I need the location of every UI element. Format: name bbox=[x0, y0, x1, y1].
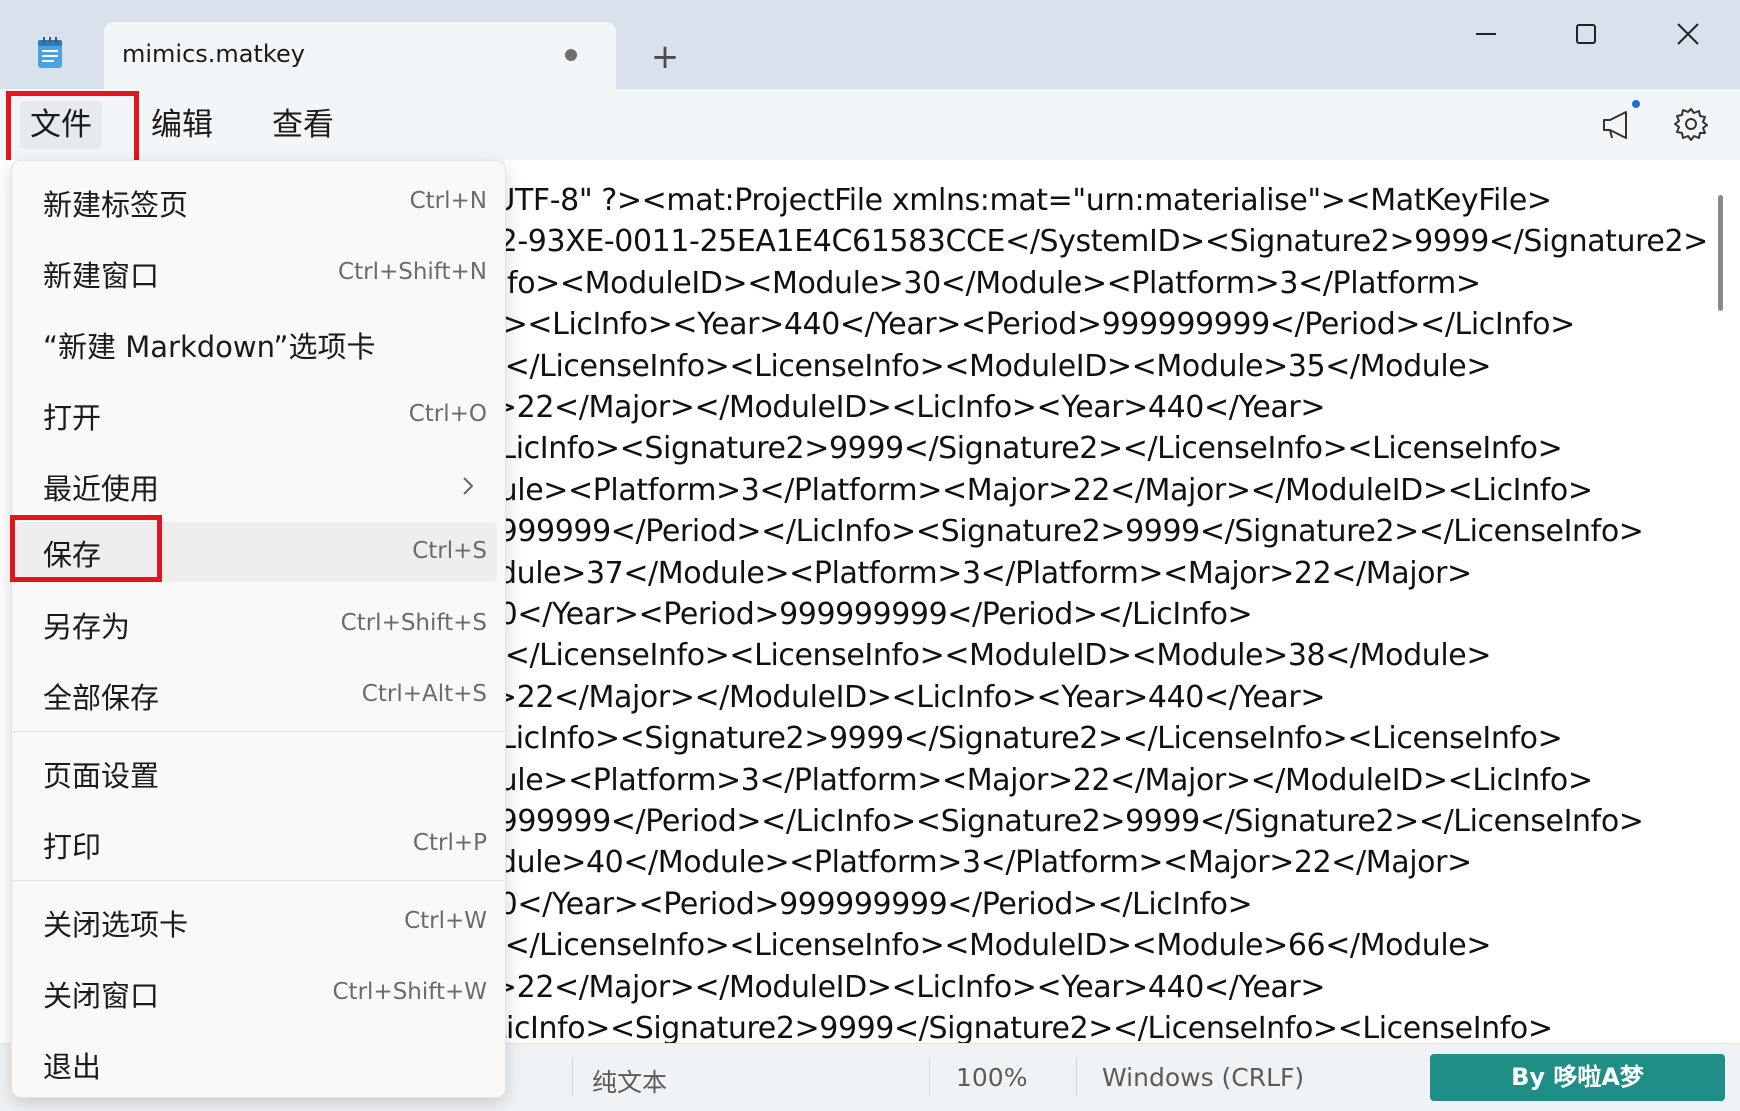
menu-item-print[interactable]: 打印 Ctrl+P bbox=[12, 814, 497, 874]
menu-item-new-markdown-tab[interactable]: “新建 Markdown”选项卡 bbox=[12, 314, 497, 374]
editor-text-line: 40</Year><Period>999999999</Period></Lic… bbox=[480, 886, 1253, 922]
menu-item-new-window[interactable]: 新建窗口 Ctrl+Shift+N bbox=[12, 243, 497, 303]
file-dropdown-menu: 新建标签页 Ctrl+N 新建窗口 Ctrl+Shift+N “新建 Markd… bbox=[11, 160, 506, 1098]
status-separator bbox=[572, 1058, 573, 1096]
chevron-right-icon bbox=[463, 477, 474, 495]
editor-text-line: odule>40</Module><Platform>3</Platform><… bbox=[480, 845, 1472, 881]
menu-item-exit[interactable]: 退出 bbox=[12, 1034, 497, 1094]
editor-text-line: ></LicenseInfo><LicenseInfo><ModuleID><M… bbox=[480, 638, 1492, 674]
menu-edit[interactable]: 编辑 bbox=[141, 101, 223, 149]
menu-separator bbox=[12, 880, 505, 881]
menu-item-save-all[interactable]: 全部保存 Ctrl+Alt+S bbox=[12, 665, 497, 725]
menu-item-recent[interactable]: 最近使用 bbox=[12, 456, 497, 516]
editor-text-line: :/LicInfo><Signature2>9999</Signature2><… bbox=[480, 721, 1563, 757]
close-icon[interactable] bbox=[1658, 14, 1718, 54]
menu-view[interactable]: 查看 bbox=[262, 101, 344, 149]
menu-separator bbox=[12, 731, 505, 732]
status-format: 纯文本 bbox=[592, 1068, 668, 1097]
menu-item-close-window[interactable]: 关闭窗口 Ctrl+Shift+W bbox=[12, 963, 497, 1023]
status-line-ending: Windows (CRLF) bbox=[1102, 1063, 1305, 1092]
editor-text-line: dule><Platform>3</Platform><Major>22</Ma… bbox=[480, 472, 1593, 508]
tab-title: mimics.matkey bbox=[122, 40, 305, 68]
menu-item-close-tab[interactable]: 关闭选项卡 Ctrl+W bbox=[12, 892, 497, 952]
editor-text-line: r>22</Major></ModuleID><LicInfo><Year>44… bbox=[480, 390, 1326, 425]
save-highlight-box bbox=[10, 515, 162, 582]
editor-text-line: /LicInfo><Signature2>9999</Signature2></… bbox=[480, 1011, 1553, 1043]
notepad-window: mimics.matkey + 文件 编辑 查看 "UTF-8" ?><mat:… bbox=[0, 0, 1740, 1111]
editor-text-line: ></LicenseInfo><LicenseInfo><ModuleID><M… bbox=[480, 928, 1492, 964]
editor-text-line: 9999999</Period></LicInfo><Signature2>99… bbox=[480, 514, 1644, 550]
notepad-app-icon bbox=[38, 37, 62, 68]
status-zoom[interactable]: 100% bbox=[956, 1063, 1027, 1092]
status-separator bbox=[1076, 1058, 1077, 1096]
new-tab-button[interactable]: + bbox=[648, 40, 682, 74]
unsaved-dot-icon[interactable] bbox=[565, 49, 577, 61]
megaphone-icon[interactable] bbox=[1598, 104, 1638, 144]
editor-text-line: :/LicInfo><Signature2>9999</Signature2><… bbox=[480, 431, 1563, 467]
status-separator bbox=[929, 1058, 930, 1096]
editor-text-line: r>22</Major></ModuleID><LicInfo><Year>44… bbox=[480, 679, 1326, 715]
editor-text-line: ></LicenseInfo><LicenseInfo><ModuleID><M… bbox=[480, 348, 1492, 384]
menu-bar: 文件 编辑 查看 bbox=[0, 89, 1740, 160]
author-credit-badge: By 哆啦A梦 bbox=[1430, 1054, 1725, 1101]
editor-text-line: odule>37</Module><Platform>3</Platform><… bbox=[480, 555, 1472, 591]
menu-item-open[interactable]: 打开 Ctrl+O bbox=[12, 385, 497, 445]
menu-item-page-setup[interactable]: 页面设置 bbox=[12, 743, 497, 803]
editor-text-line: "UTF-8" ?><mat:ProjectFile xmlns:mat="ur… bbox=[480, 183, 1552, 218]
menu-item-save-as[interactable]: 另存为 Ctrl+Shift+S bbox=[12, 594, 497, 654]
gear-icon[interactable] bbox=[1671, 104, 1711, 144]
editor-text-line: 32-93XE-0011-25EA1E4C61583CCE</SystemID>… bbox=[480, 224, 1708, 260]
maximize-icon[interactable] bbox=[1556, 14, 1616, 54]
editor-text-line: D><LicInfo><Year>440</Year><Period>99999… bbox=[480, 307, 1575, 343]
file-menu-highlight-box bbox=[6, 91, 139, 166]
editor-text-line: dule><Platform>3</Platform><Major>22</Ma… bbox=[480, 762, 1593, 798]
minimize-icon[interactable] bbox=[1456, 14, 1516, 54]
menu-item-new-tab[interactable]: 新建标签页 Ctrl+N bbox=[12, 172, 497, 232]
editor-text-line: 9999999</Period></LicInfo><Signature2>99… bbox=[480, 804, 1644, 839]
title-bar: mimics.matkey + bbox=[0, 0, 1740, 89]
notification-dot bbox=[1632, 100, 1640, 108]
vertical-scrollbar[interactable] bbox=[1718, 195, 1723, 311]
editor-text-line: r>22</Major></ModuleID><LicInfo><Year>44… bbox=[480, 969, 1326, 1005]
editor-text-line: 40</Year><Period>999999999</Period></Lic… bbox=[480, 597, 1253, 632]
editor-text-line: Info><ModuleID><Module>30</Module><Platf… bbox=[480, 265, 1481, 301]
tab-mimics-matkey[interactable]: mimics.matkey bbox=[104, 22, 616, 89]
